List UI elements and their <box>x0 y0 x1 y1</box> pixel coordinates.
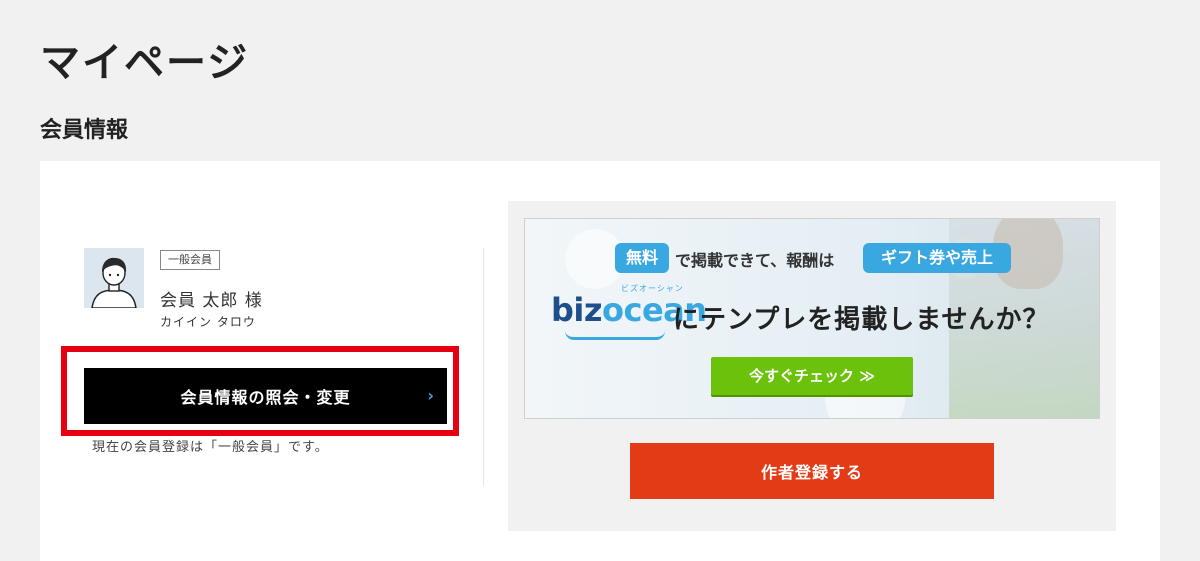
banner-line1: で掲載できて、報酬は <box>675 251 835 270</box>
banner-check-now-button[interactable]: 今すぐチェック ≫ <box>711 357 913 395</box>
user-avatar-icon <box>84 248 144 308</box>
membership-badge: 一般会員 <box>160 250 220 270</box>
membership-status-text: 現在の会員登録は「一般会員」です。 <box>92 440 329 455</box>
author-register-button[interactable]: 作者登録する <box>630 443 994 499</box>
column-divider <box>483 248 484 486</box>
banner-headline: にテンプレを掲載しませんか？ <box>673 305 1050 335</box>
member-name-kana: カイイン タロウ <box>160 315 256 329</box>
banner-free-pill: 無料 <box>615 243 669 273</box>
bizocean-logo-swoosh <box>565 331 665 340</box>
bizocean-logo-biz: biz <box>551 291 603 329</box>
highlight-box <box>61 346 459 436</box>
member-name: 会員 太郎 様 <box>160 291 263 311</box>
section-title: 会員情報 <box>40 118 129 143</box>
banner-gift-pill: ギフト券や売上 <box>863 243 1011 273</box>
page-title: マイページ <box>40 39 250 86</box>
bizocean-promo-banner[interactable]: 無料 で掲載できて、報酬は ギフト券や売上 ビズオーシャン bizocean に… <box>524 218 1100 419</box>
